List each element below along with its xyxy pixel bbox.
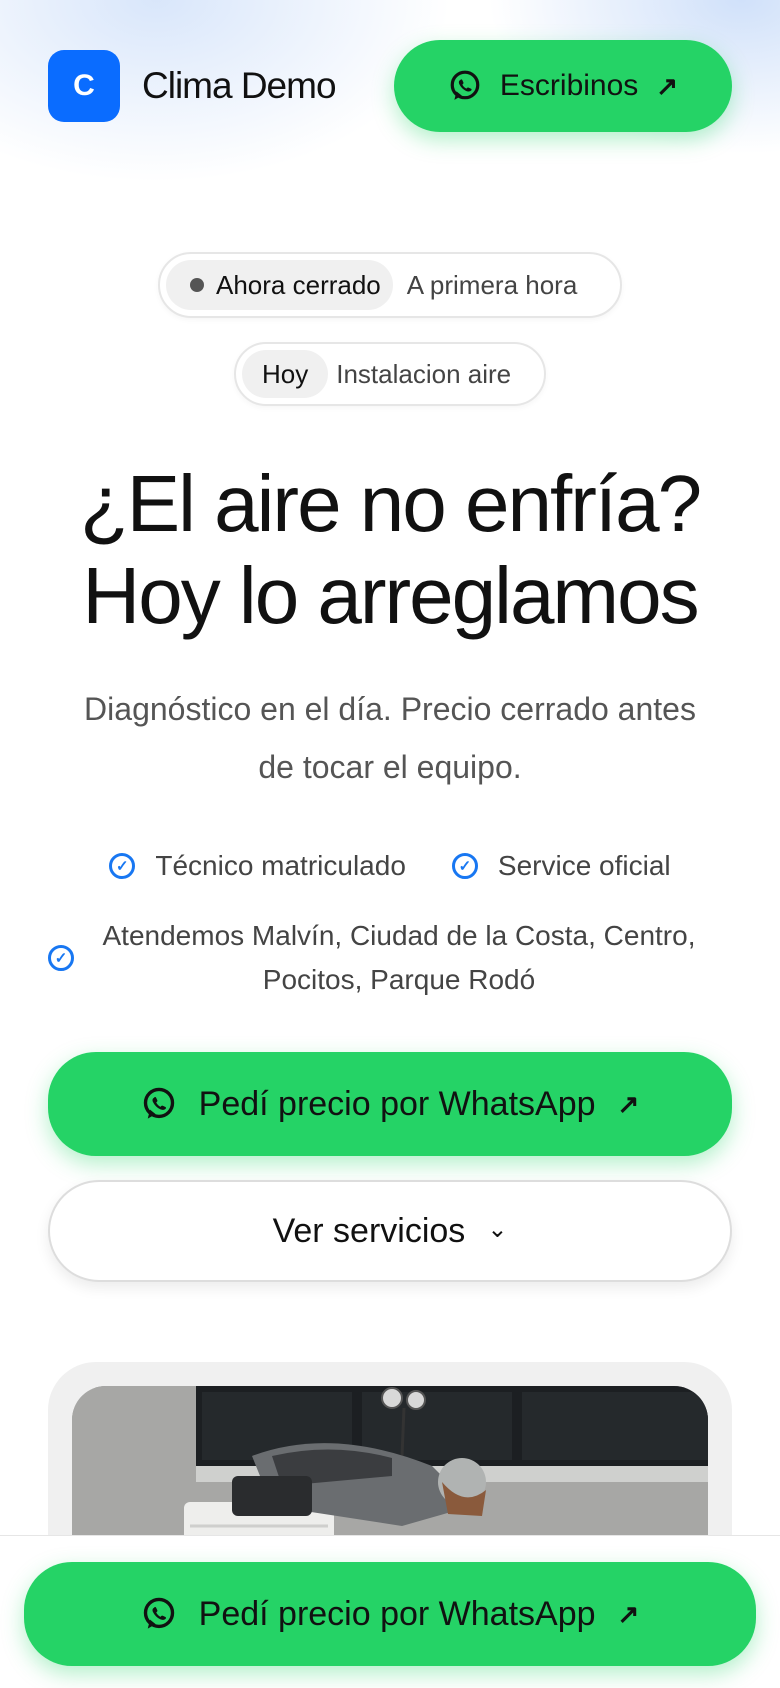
- check-item-technician: ✓ Técnico matriculado: [109, 850, 406, 882]
- service-areas-text: Atendemos Malvín, Ciudad de la Costa, Ce…: [102, 920, 696, 995]
- check-label: Service oficial: [497, 850, 671, 881]
- hero-title: ¿El aire no enfría? Hoy lo arreglamos: [30, 458, 750, 642]
- check-circle-icon: ✓: [451, 853, 478, 879]
- header: C Clima Demo Escribinos ↗: [48, 40, 732, 132]
- logo-badge: C: [48, 50, 120, 122]
- check-item-service: ✓ Service oficial: [451, 850, 671, 882]
- status-badge-label: Ahora cerrado: [216, 269, 381, 300]
- brand-name: Clima Demo: [142, 65, 337, 106]
- whatsapp-price-button[interactable]: Pedí precio por WhatsApp ↗: [48, 1052, 732, 1156]
- whatsapp-icon: [448, 69, 482, 103]
- today-note: Instalacion aire: [336, 358, 512, 389]
- check-item-areas: ✓ Atendemos Malvín, Ciudad de la Costa, …: [48, 914, 732, 1002]
- header-cta-label: Escribinos: [499, 69, 639, 102]
- status-dot-icon: [190, 278, 204, 292]
- chevron-down-icon: ⌄: [487, 1215, 508, 1243]
- check-row: ✓ Técnico matriculado ✓ Service oficial: [48, 840, 732, 892]
- hero-title-line2: Hoy lo arreglamos: [82, 551, 699, 640]
- check-circle-icon: ✓: [48, 945, 74, 971]
- view-services-label: Ver servicios: [272, 1211, 466, 1250]
- arrow-up-right-icon: ↗: [617, 1088, 640, 1119]
- whatsapp-icon: [141, 1596, 177, 1632]
- hero-subtitle: Diagnóstico en el día. Precio cerrado an…: [84, 691, 696, 785]
- arrow-up-right-icon: ↗: [656, 70, 679, 101]
- header-whatsapp-button[interactable]: Escribinos ↗: [394, 40, 732, 132]
- opening-status-pill: Ahora cerrado A primera hora: [158, 252, 622, 318]
- today-service-pill: Hoy Instalacion aire: [234, 342, 546, 406]
- check-circle-icon: ✓: [109, 853, 136, 879]
- sticky-cta-bar: Pedí precio por WhatsApp ↗: [0, 1535, 780, 1688]
- arrow-up-right-icon: ↗: [617, 1598, 640, 1629]
- landing-page: C Clima Demo Escribinos ↗ Ahora cerrado …: [0, 0, 780, 1688]
- brand[interactable]: C Clima Demo: [48, 50, 337, 122]
- status-note: A primera hora: [406, 269, 578, 300]
- whatsapp-icon: [141, 1086, 177, 1122]
- sticky-whatsapp-button[interactable]: Pedí precio por WhatsApp ↗: [24, 1562, 756, 1666]
- check-label: Técnico matriculado: [155, 850, 406, 881]
- sticky-whatsapp-label: Pedí precio por WhatsApp: [198, 1594, 596, 1633]
- hero-title-line1: ¿El aire no enfría?: [79, 459, 702, 548]
- view-services-button[interactable]: Ver servicios ⌄: [48, 1180, 732, 1282]
- whatsapp-price-label: Pedí precio por WhatsApp: [198, 1084, 596, 1123]
- status-badge: Ahora cerrado: [166, 260, 393, 310]
- today-badge-label: Hoy: [262, 358, 309, 389]
- trust-checks: ✓ Técnico matriculado ✓ Service oficial …: [48, 840, 732, 1002]
- today-badge: Hoy: [242, 350, 329, 398]
